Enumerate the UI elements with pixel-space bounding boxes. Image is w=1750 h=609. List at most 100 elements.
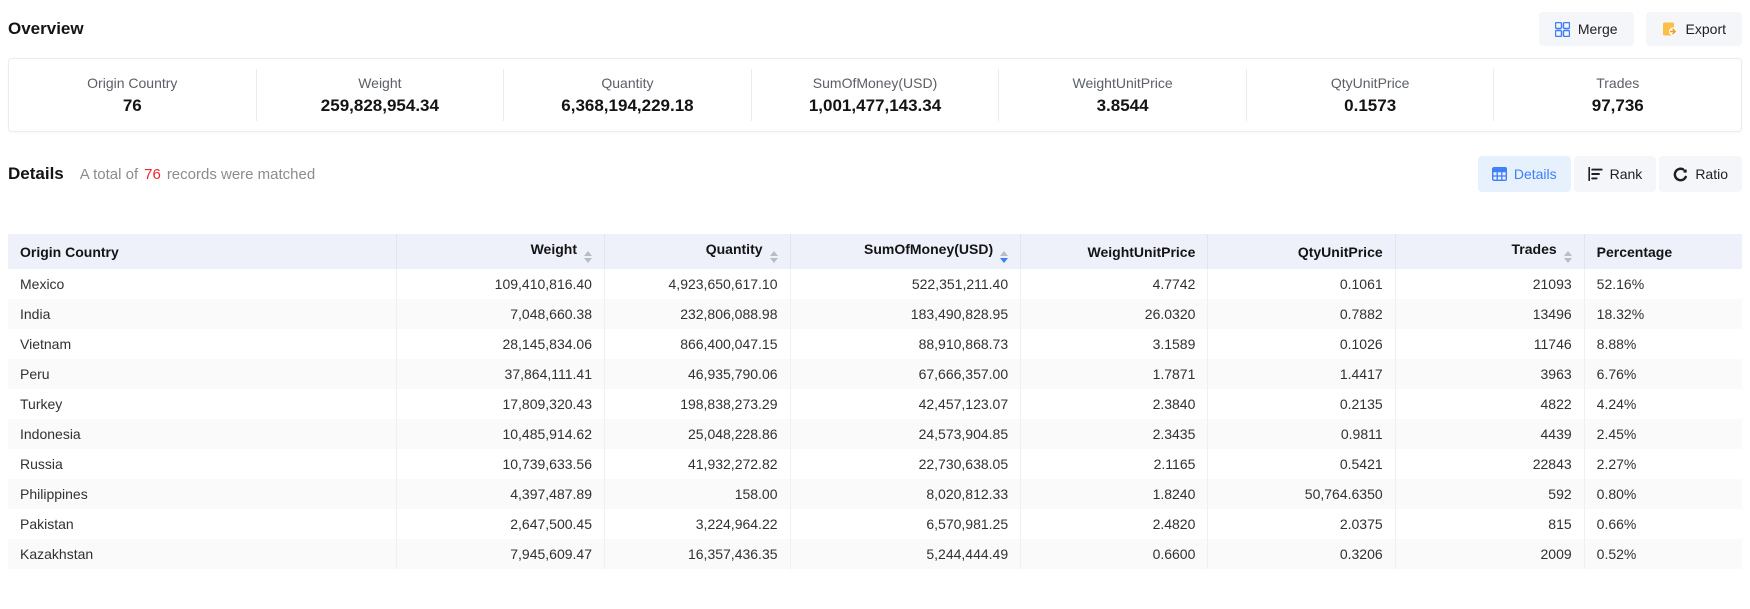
cell-trades: 13496 [1395,299,1584,329]
cell-weightunitprice: 1.8240 [1021,479,1208,509]
match-count: 76 [138,166,167,183]
column-header-sumofmoney[interactable]: SumOfMoney(USD) [790,234,1021,269]
summary-item-origin-country: Origin Country 76 [9,69,257,121]
merge-button-label: Merge [1578,21,1618,37]
summary-value: 1,001,477,143.34 [752,97,999,114]
tab-ratio-label: Ratio [1695,166,1728,182]
table-row: India 7,048,660.38 232,806,088.98 183,49… [8,299,1742,329]
table-row: Mexico 109,410,816.40 4,923,650,617.10 5… [8,269,1742,299]
cell-origin-country: Indonesia [8,419,396,449]
table-row: Kazakhstan 7,945,609.47 16,357,436.35 5,… [8,539,1742,569]
cell-trades: 21093 [1395,269,1584,299]
cell-weightunitprice: 26.0320 [1021,299,1208,329]
cell-quantity: 866,400,047.15 [604,329,790,359]
summary-value: 76 [9,97,256,114]
cell-sumofmoney: 6,570,981.25 [790,509,1021,539]
sort-icon[interactable] [1564,251,1572,263]
table-row: Indonesia 10,485,914.62 25,048,228.86 24… [8,419,1742,449]
cell-quantity: 158.00 [604,479,790,509]
cell-weightunitprice: 2.1165 [1021,449,1208,479]
sort-icon[interactable] [770,251,778,263]
cell-percentage: 8.88% [1584,329,1742,359]
cell-trades: 815 [1395,509,1584,539]
cell-origin-country: Vietnam [8,329,396,359]
details-bar: Details A total of76records were matched… [8,156,1742,192]
summary-item-quantity: Quantity 6,368,194,229.18 [504,69,752,121]
tab-rank-label: Rank [1610,166,1643,182]
table-row: Peru 37,864,111.41 46,935,790.06 67,666,… [8,359,1742,389]
cell-weightunitprice: 0.6600 [1021,539,1208,569]
cell-weight: 7,048,660.38 [396,299,604,329]
summary-item-sumofmoney: SumOfMoney(USD) 1,001,477,143.34 [752,69,1000,121]
cell-qtyunitprice: 0.1026 [1208,329,1395,359]
cell-qtyunitprice: 0.1061 [1208,269,1395,299]
sort-icon-active-desc[interactable] [1000,251,1008,263]
summary-value: 97,736 [1494,97,1741,114]
cell-origin-country: Turkey [8,389,396,419]
cell-sumofmoney: 5,244,444.49 [790,539,1021,569]
cell-origin-country: Kazakhstan [8,539,396,569]
tab-details[interactable]: Details [1478,156,1571,192]
summary-label: Trades [1494,76,1741,90]
cell-qtyunitprice: 0.7882 [1208,299,1395,329]
details-table: Origin Country Weight Quantity SumOfMone… [8,234,1742,569]
table-header-row: Origin Country Weight Quantity SumOfMone… [8,234,1742,269]
cell-sumofmoney: 42,457,123.07 [790,389,1021,419]
details-title: Details [8,164,64,184]
cell-weightunitprice: 3.1589 [1021,329,1208,359]
tab-ratio[interactable]: Ratio [1659,156,1742,192]
cell-trades: 11746 [1395,329,1584,359]
cell-origin-country: Russia [8,449,396,479]
cell-weight: 37,864,111.41 [396,359,604,389]
cell-percentage: 2.45% [1584,419,1742,449]
cell-weight: 109,410,816.40 [396,269,604,299]
sort-icon[interactable] [584,251,592,263]
overview-page: Overview Merge [0,0,1750,569]
table-row: Pakistan 2,647,500.45 3,224,964.22 6,570… [8,509,1742,539]
cell-sumofmoney: 22,730,638.05 [790,449,1021,479]
summary-item-weightunitprice: WeightUnitPrice 3.8544 [999,69,1247,121]
cell-percentage: 2.27% [1584,449,1742,479]
summary-value: 6,368,194,229.18 [504,97,751,114]
summary-label: QtyUnitPrice [1247,76,1494,90]
table-icon [1492,167,1507,181]
cell-weight: 10,485,914.62 [396,419,604,449]
view-tabs: Details Rank Ratio [1478,156,1742,192]
cell-percentage: 52.16% [1584,269,1742,299]
cell-weight: 10,739,633.56 [396,449,604,479]
cell-percentage: 0.80% [1584,479,1742,509]
cell-trades: 2009 [1395,539,1584,569]
bar-chart-icon [1588,167,1603,181]
cell-origin-country: Peru [8,359,396,389]
cell-trades: 592 [1395,479,1584,509]
cell-quantity: 4,923,650,617.10 [604,269,790,299]
summary-item-qtyunitprice: QtyUnitPrice 0.1573 [1247,69,1495,121]
cell-weightunitprice: 2.4820 [1021,509,1208,539]
column-header-origin-country: Origin Country [8,234,396,269]
cell-origin-country: India [8,299,396,329]
column-header-quantity[interactable]: Quantity [604,234,790,269]
summary-card: Origin Country 76 Weight 259,828,954.34 … [8,58,1742,132]
cell-weight: 7,945,609.47 [396,539,604,569]
cell-quantity: 198,838,273.29 [604,389,790,419]
details-heading-group: Details A total of76records were matched [8,164,315,184]
merge-button[interactable]: Merge [1539,12,1634,46]
cell-origin-country: Mexico [8,269,396,299]
pie-chart-icon [1673,167,1688,182]
cell-weightunitprice: 4.7742 [1021,269,1208,299]
export-button-label: Export [1686,21,1726,37]
column-header-trades[interactable]: Trades [1395,234,1584,269]
summary-label: SumOfMoney(USD) [752,76,999,90]
cell-trades: 4822 [1395,389,1584,419]
cell-sumofmoney: 24,573,904.85 [790,419,1021,449]
cell-quantity: 25,048,228.86 [604,419,790,449]
export-button[interactable]: Export [1646,12,1742,46]
summary-label: WeightUnitPrice [999,76,1246,90]
cell-percentage: 6.76% [1584,359,1742,389]
column-header-weight[interactable]: Weight [396,234,604,269]
cell-weight: 17,809,320.43 [396,389,604,419]
cell-weightunitprice: 2.3435 [1021,419,1208,449]
tab-rank[interactable]: Rank [1574,156,1657,192]
cell-qtyunitprice: 0.2135 [1208,389,1395,419]
cell-quantity: 232,806,088.98 [604,299,790,329]
